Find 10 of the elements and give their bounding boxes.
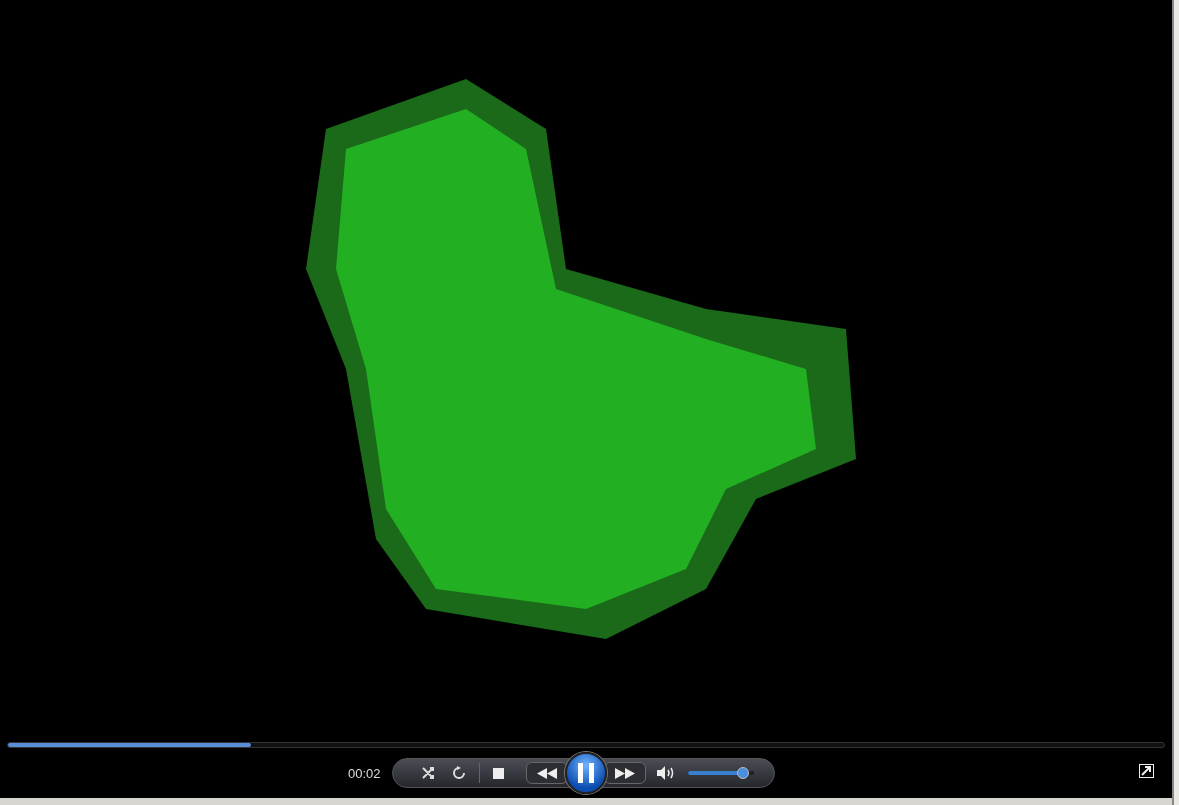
pause-button[interactable]	[565, 752, 607, 795]
rewind-icon	[537, 767, 557, 779]
elapsed-time: 00:02	[348, 765, 382, 781]
rewind-button[interactable]	[526, 762, 568, 785]
speaker-icon[interactable]	[656, 766, 676, 781]
pause-icon	[578, 763, 594, 784]
expand-icon[interactable]	[1139, 764, 1154, 779]
fast-forward-icon	[615, 767, 635, 779]
seek-bar[interactable]	[7, 742, 1165, 749]
fast-forward-button[interactable]	[604, 762, 646, 785]
